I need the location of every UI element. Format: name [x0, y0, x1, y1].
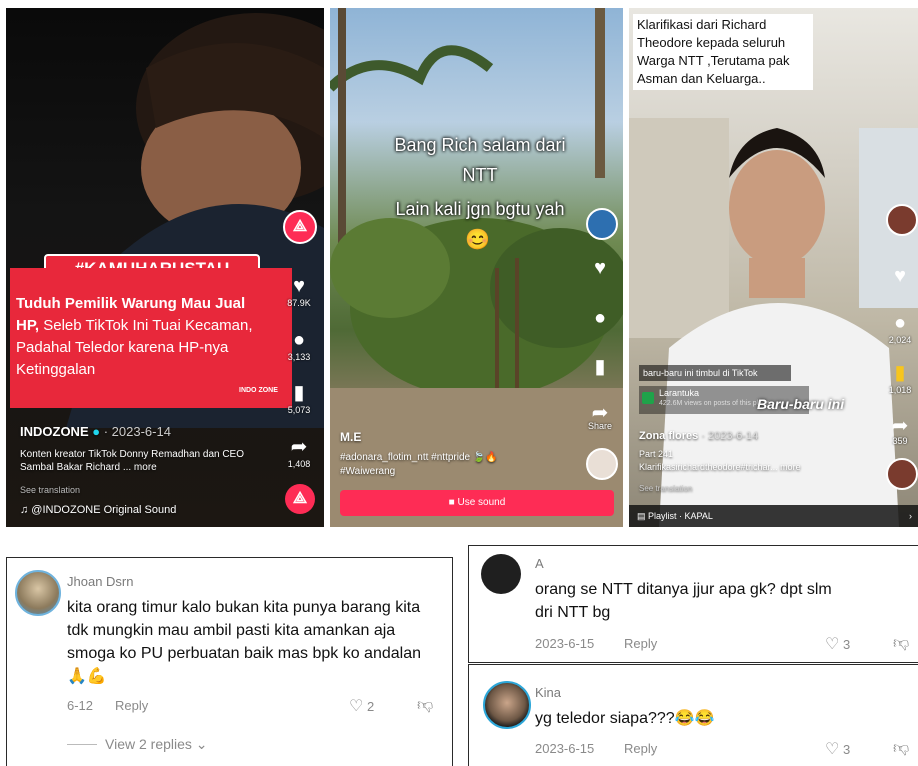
- save-count: 1,018: [888, 385, 912, 395]
- playlist-icon: ▤: [637, 511, 646, 521]
- comment-like-button[interactable]: ♡ 2: [349, 696, 374, 716]
- avatar[interactable]: [15, 570, 61, 616]
- dislike-icon[interactable]: 👎︎: [893, 634, 909, 653]
- location-name: Larantuka: [659, 388, 700, 398]
- dislike-icon[interactable]: 👎︎: [893, 739, 909, 758]
- avatar[interactable]: [481, 554, 521, 594]
- account-name-text: Zona flores: [639, 430, 699, 442]
- caption-text[interactable]: Klarifikasirichardtheodore#trichar... mo…: [639, 462, 801, 472]
- heart-icon: ♡: [825, 636, 840, 653]
- sound-disc[interactable]: [586, 448, 618, 480]
- caption-tags[interactable]: #adonara_flotim_ntt #nttpride 🍃🔥: [340, 452, 498, 463]
- comment-count: 3,133: [287, 352, 311, 362]
- sound-name[interactable]: ♫ @INDOZONE Original Sound: [20, 504, 176, 516]
- share-icon[interactable]: ➦: [888, 414, 912, 438]
- creator-avatar[interactable]: [586, 208, 618, 240]
- video-frame-landscape: [330, 8, 623, 527]
- view-replies-button[interactable]: View 2 replies ⌄: [105, 736, 208, 753]
- see-translation[interactable]: See translation: [20, 485, 80, 495]
- comment-text: kita orang timur kalo bukan kita punya b…: [67, 599, 421, 685]
- caption-tags-2[interactable]: #Waiwerang: [340, 466, 395, 477]
- reply-button[interactable]: Reply: [624, 741, 657, 756]
- overlay-line-3: Lain kali jgn bgtu yah: [395, 199, 565, 219]
- comment-like-button[interactable]: ♡ 3: [825, 634, 850, 654]
- heart-icon: ♡: [825, 741, 840, 758]
- playlist-bar[interactable]: ▤ Playlist · KAPAL ›: [629, 505, 918, 527]
- chevron-down-icon: ⌄: [195, 736, 208, 752]
- overlay-line-1: Bang Rich salam dari: [394, 135, 566, 155]
- smile-emoji: 😊: [465, 229, 490, 251]
- reply-button[interactable]: Reply: [624, 636, 657, 651]
- sound-disc[interactable]: ⟁: [285, 484, 315, 514]
- like-count: 3: [842, 637, 851, 652]
- bookmark-icon[interactable]: ▮: [888, 361, 912, 385]
- bookmark-icon[interactable]: ▮: [588, 355, 612, 379]
- heart-icon[interactable]: ♥: [888, 264, 912, 288]
- video-panel-indozone[interactable]: #KAMUHARUSTAU Tuduh Pemilik Warung Mau J…: [6, 8, 324, 527]
- account-name[interactable]: M.E: [340, 430, 361, 444]
- headline-rest: Seleb TikTok Ini Tuai Kecaman, Padahal T…: [16, 317, 253, 378]
- comment-date: 6-12: [67, 698, 94, 713]
- comment-icon[interactable]: ●: [287, 328, 311, 352]
- account-name[interactable]: Zona flores · 2023-6-14: [639, 430, 758, 442]
- comment-text: orang se NTT ditanya jjur apa gk? dpt sl…: [535, 581, 832, 621]
- heart-icon: ♡: [349, 698, 364, 715]
- comment-card-a: A orang se NTT ditanya jjur apa gk? dpt …: [468, 545, 918, 663]
- caption-text[interactable]: Konten kreator TikTok Donny Remadhan dan…: [20, 448, 265, 474]
- like-count: 87.9K: [287, 298, 311, 308]
- post-date: · 2023-6-14: [701, 430, 759, 442]
- indozone-logo: INDO ZONE: [239, 387, 278, 394]
- camera-icon: ■: [448, 497, 455, 508]
- dislike-icon[interactable]: 👎︎: [417, 696, 433, 715]
- bookmark-icon[interactable]: ▮: [287, 381, 311, 405]
- trend-banner[interactable]: baru-baru ini timbul di TikTok: [639, 365, 791, 381]
- see-translation[interactable]: See translation: [639, 484, 692, 493]
- overlay-text: Klarifikasi dari Richard Theodore kepada…: [633, 14, 813, 90]
- view-replies-label: View 2 replies: [105, 736, 192, 752]
- comment-card-jhoan: Jhoan Dsrn kita orang timur kalo bukan k…: [6, 557, 453, 766]
- location-views: 422.6M views on posts of this place: [659, 400, 770, 407]
- save-count: 5,073: [287, 405, 311, 415]
- creator-avatar[interactable]: ⟁: [283, 210, 317, 244]
- chevron-right-icon: ›: [909, 511, 912, 521]
- overlay-line-2: NTT: [462, 165, 498, 185]
- account-name[interactable]: INDOZONE ● · 2023-6-14: [20, 424, 171, 439]
- sticker-text: Baru-baru ini: [757, 396, 845, 412]
- comment-icon[interactable]: ●: [588, 306, 612, 330]
- part-label: Part 241: [639, 449, 674, 459]
- replies-divider: [67, 744, 97, 745]
- headline-text: Tuduh Pemilik Warung Mau Jual HP, Seleb …: [16, 293, 266, 381]
- share-count: 359: [892, 436, 908, 446]
- comment-icon[interactable]: ●: [888, 311, 912, 335]
- comment-text: yg teledor siapa???😂😂: [535, 710, 715, 727]
- comment-author[interactable]: A: [535, 556, 544, 571]
- comment-date: 2023-6-15: [535, 636, 595, 651]
- verified-icon: ●: [92, 424, 101, 439]
- comment-date: 2023-6-15: [535, 741, 595, 756]
- comment-author[interactable]: Jhoan Dsrn: [67, 574, 133, 589]
- reply-button[interactable]: Reply: [115, 698, 148, 713]
- like-count: 2: [366, 699, 375, 714]
- video-panel-ntt[interactable]: Bang Rich salam dari NTT Lain kali jgn b…: [330, 8, 623, 527]
- video-panel-klarifikasi[interactable]: Klarifikasi dari Richard Theodore kepada…: [629, 8, 918, 527]
- heart-icon[interactable]: ♥: [287, 274, 311, 298]
- share-count: 1,408: [287, 459, 311, 469]
- share-label: Share: [587, 421, 613, 431]
- post-date: · 2023-6-14: [103, 424, 171, 439]
- sound-disc[interactable]: [886, 458, 918, 490]
- use-sound-button[interactable]: ■ Use sound: [340, 490, 614, 516]
- comment-card-kina: Kina yg teledor siapa???😂😂 2023-6-15 Rep…: [468, 664, 918, 766]
- account-name-text: INDOZONE: [20, 424, 89, 439]
- location-icon: [642, 392, 654, 404]
- like-count: 3: [842, 742, 851, 757]
- heart-icon[interactable]: ♥: [588, 256, 612, 280]
- playlist-label: Playlist · KAPAL: [648, 511, 713, 521]
- creator-avatar[interactable]: [886, 204, 918, 236]
- comment-author[interactable]: Kina: [535, 685, 561, 700]
- share-icon[interactable]: ➦: [287, 435, 311, 459]
- use-sound-label: Use sound: [457, 497, 506, 508]
- avatar[interactable]: [483, 681, 531, 729]
- comment-count: 2,024: [888, 335, 912, 345]
- comment-like-button[interactable]: ♡ 3: [825, 739, 850, 759]
